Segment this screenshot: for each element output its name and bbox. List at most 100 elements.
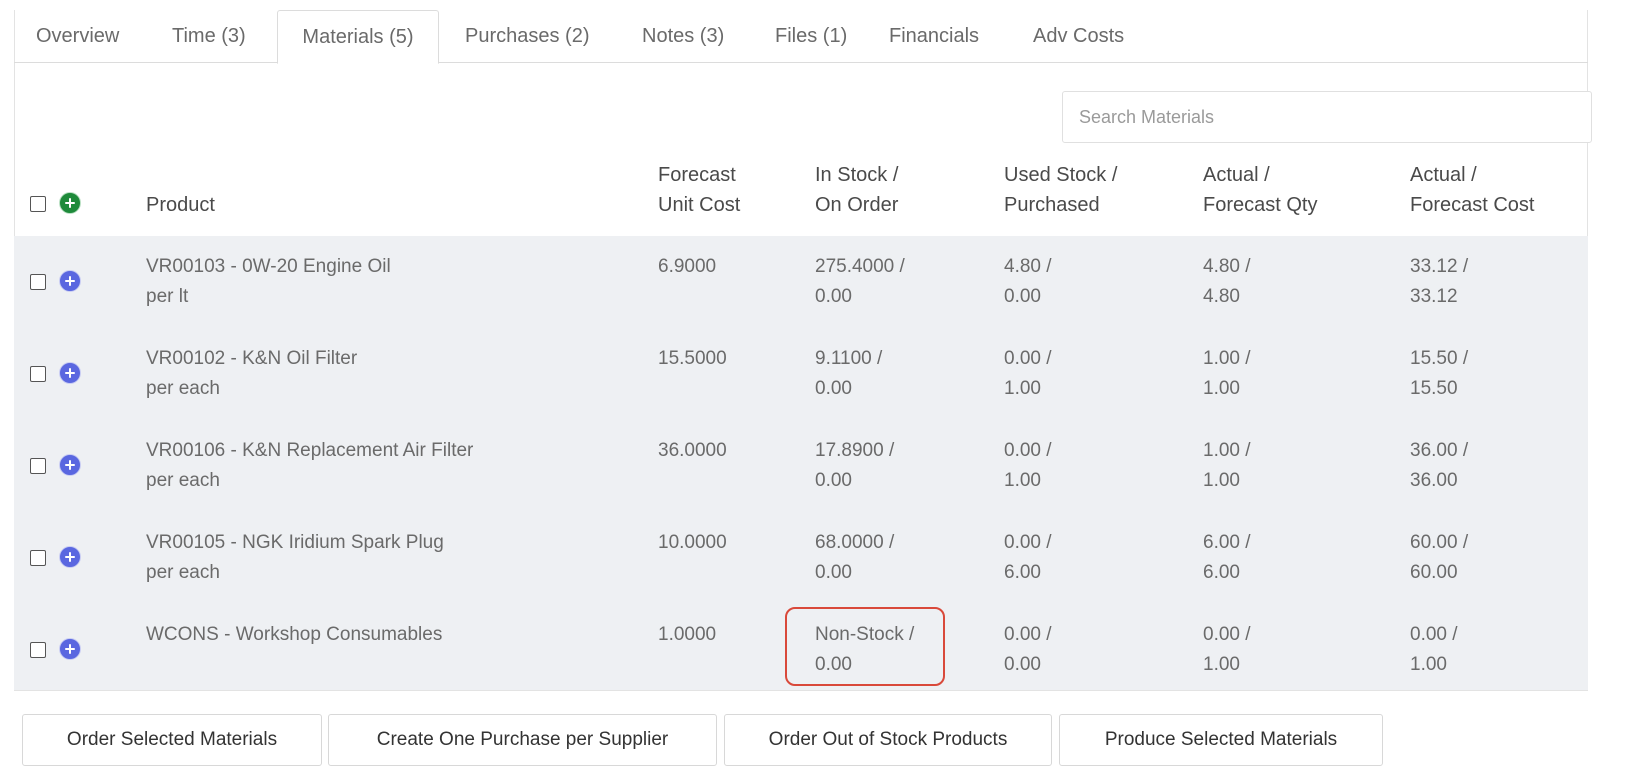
add-all-plus-icon[interactable] bbox=[59, 192, 81, 214]
row-expand-plus-icon[interactable] bbox=[59, 546, 81, 568]
header-actual-cost-line1: Actual / bbox=[1410, 164, 1477, 186]
row-expand-plus-icon[interactable] bbox=[59, 362, 81, 384]
header-actual-qty-line1: Actual / bbox=[1203, 164, 1270, 186]
cell-product-value: VR00103 - 0W-20 Engine Oil bbox=[146, 256, 391, 277]
cell-actual-cost-subvalue: 36.00 bbox=[1410, 470, 1458, 491]
row-expand-plus-icon[interactable] bbox=[59, 454, 81, 476]
row-expand-plus-icon[interactable] bbox=[59, 638, 81, 660]
tab-materials[interactable]: Materials (5) bbox=[277, 10, 439, 64]
header-forecast-unit-cost-line1: Forecast bbox=[658, 164, 736, 186]
tab-files[interactable]: Files (1) bbox=[775, 10, 847, 62]
cell-actual-qty-value: 4.80 / bbox=[1203, 256, 1251, 277]
produce-selected-materials-button[interactable]: Produce Selected Materials bbox=[1059, 714, 1383, 766]
cell-actual-cost-subvalue: 60.00 bbox=[1410, 562, 1458, 583]
header-in-stock-line2: On Order bbox=[815, 194, 899, 216]
cell-forecast-unit-cost-value: 6.9000 bbox=[658, 256, 717, 277]
cell-actual-cost: 33.12 / 33.12 bbox=[1410, 252, 1468, 312]
tab-purchases[interactable]: Purchases (2) bbox=[465, 10, 590, 62]
cell-forecast-unit-cost-value: 15.5000 bbox=[658, 348, 727, 369]
cell-used-stock: 0.00 / 1.00 bbox=[1004, 436, 1052, 496]
header-used-stock-line1: Used Stock / bbox=[1004, 164, 1118, 186]
cell-used-stock-subvalue: 6.00 bbox=[1004, 562, 1041, 583]
cell-actual-qty-subvalue: 1.00 bbox=[1203, 470, 1240, 491]
cell-actual-qty-value: 0.00 / bbox=[1203, 624, 1251, 645]
row-checkbox[interactable] bbox=[30, 274, 46, 290]
tab-notes[interactable]: Notes (3) bbox=[642, 10, 724, 62]
create-one-purchase-button[interactable]: Create One Purchase per Supplier bbox=[328, 714, 717, 766]
header-in-stock: In Stock / On Order bbox=[815, 160, 898, 220]
cell-actual-qty: 0.00 / 1.00 bbox=[1203, 620, 1251, 680]
cell-actual-qty-value: 1.00 / bbox=[1203, 348, 1251, 369]
cell-actual-qty-subvalue: 1.00 bbox=[1203, 654, 1240, 675]
cell-in-stock-subvalue: 0.00 bbox=[815, 562, 852, 583]
cell-product: VR00102 - K&N Oil Filter per each bbox=[146, 344, 357, 404]
header-forecast-unit-cost-line2: Unit Cost bbox=[658, 194, 741, 216]
cell-product-subvalue: per lt bbox=[146, 286, 189, 307]
row-expand-plus-icon[interactable] bbox=[59, 270, 81, 292]
cell-used-stock: 0.00 / 6.00 bbox=[1004, 528, 1052, 588]
row-checkbox[interactable] bbox=[30, 458, 46, 474]
cell-product-subvalue: per each bbox=[146, 562, 220, 583]
row-checkbox[interactable] bbox=[30, 366, 46, 382]
cell-forecast-unit-cost-value: 36.0000 bbox=[658, 440, 727, 461]
cell-in-stock-value: 275.4000 / bbox=[815, 256, 905, 277]
order-out-of-stock-button[interactable]: Order Out of Stock Products bbox=[724, 714, 1052, 766]
cell-forecast-unit-cost-value: 1.0000 bbox=[658, 624, 717, 645]
cell-actual-qty: 1.00 / 1.00 bbox=[1203, 344, 1251, 404]
cell-actual-cost: 60.00 / 60.00 bbox=[1410, 528, 1468, 588]
cell-in-stock-value: 68.0000 / bbox=[815, 532, 895, 553]
cell-used-stock: 4.80 / 0.00 bbox=[1004, 252, 1052, 312]
cell-product-value: VR00102 - K&N Oil Filter bbox=[146, 348, 358, 369]
cell-actual-qty: 1.00 / 1.00 bbox=[1203, 436, 1251, 496]
cell-product: VR00103 - 0W-20 Engine Oil per lt bbox=[146, 252, 391, 312]
cell-used-stock-value: 0.00 / bbox=[1004, 440, 1052, 461]
cell-in-stock-value: 9.1100 / bbox=[815, 348, 883, 369]
header-in-stock-line1: In Stock / bbox=[815, 164, 899, 186]
cell-used-stock: 0.00 / 1.00 bbox=[1004, 344, 1052, 404]
cell-used-stock: 0.00 / 0.00 bbox=[1004, 620, 1052, 680]
order-selected-materials-button[interactable]: Order Selected Materials bbox=[22, 714, 322, 766]
cell-actual-cost-value: 33.12 / bbox=[1410, 256, 1469, 277]
cell-in-stock-subvalue: 0.00 bbox=[815, 654, 852, 675]
search-input[interactable] bbox=[1062, 91, 1592, 143]
cell-actual-cost: 36.00 / 36.00 bbox=[1410, 436, 1468, 496]
tab-time[interactable]: Time (3) bbox=[172, 10, 246, 62]
cell-actual-cost-value: 60.00 / bbox=[1410, 532, 1469, 553]
cell-actual-qty-value: 1.00 / bbox=[1203, 440, 1251, 461]
header-used-stock: Used Stock / Purchased bbox=[1004, 160, 1117, 220]
cell-used-stock-value: 0.00 / bbox=[1004, 348, 1052, 369]
cell-actual-cost-subvalue: 33.12 bbox=[1410, 286, 1458, 307]
cell-in-stock-subvalue: 0.00 bbox=[815, 470, 852, 491]
header-actual-cost-line2: Forecast Cost bbox=[1410, 194, 1535, 216]
cell-actual-cost-value: 36.00 / bbox=[1410, 440, 1469, 461]
cell-actual-cost-value: 0.00 / bbox=[1410, 624, 1458, 645]
cell-product-subvalue: per each bbox=[146, 378, 220, 399]
cell-used-stock-subvalue: 1.00 bbox=[1004, 378, 1041, 399]
select-all-checkbox[interactable] bbox=[30, 196, 46, 212]
cell-actual-cost-subvalue: 15.50 bbox=[1410, 378, 1458, 399]
cell-in-stock: Non-Stock / 0.00 bbox=[815, 620, 914, 680]
cell-used-stock-subvalue: 0.00 bbox=[1004, 286, 1041, 307]
tab-financials[interactable]: Financials bbox=[889, 10, 979, 62]
cell-in-stock-value: Non-Stock / bbox=[815, 624, 915, 645]
row-checkbox[interactable] bbox=[30, 642, 46, 658]
cell-product-value: VR00105 - NGK Iridium Spark Plug bbox=[146, 532, 444, 553]
cell-in-stock-subvalue: 0.00 bbox=[815, 378, 852, 399]
cell-forecast-unit-cost: 36.0000 bbox=[658, 436, 727, 466]
cell-in-stock-value: 17.8900 / bbox=[815, 440, 895, 461]
tab-adv-costs[interactable]: Adv Costs bbox=[1033, 10, 1124, 62]
cell-used-stock-value: 0.00 / bbox=[1004, 532, 1052, 553]
header-product: Product bbox=[146, 194, 215, 216]
cell-product-value: WCONS - Workshop Consumables bbox=[146, 624, 443, 645]
cell-used-stock-value: 4.80 / bbox=[1004, 256, 1052, 277]
header-actual-qty: Actual / Forecast Qty bbox=[1203, 160, 1317, 220]
row-checkbox[interactable] bbox=[30, 550, 46, 566]
cell-actual-cost-value: 15.50 / bbox=[1410, 348, 1469, 369]
cell-product: WCONS - Workshop Consumables bbox=[146, 620, 442, 650]
cell-actual-cost-subvalue: 1.00 bbox=[1410, 654, 1447, 675]
cell-forecast-unit-cost-value: 10.0000 bbox=[658, 532, 727, 553]
tab-overview[interactable]: Overview bbox=[36, 10, 119, 62]
cell-actual-qty-value: 6.00 / bbox=[1203, 532, 1251, 553]
cell-actual-qty: 4.80 / 4.80 bbox=[1203, 252, 1251, 312]
cell-product: VR00106 - K&N Replacement Air Filter per … bbox=[146, 436, 473, 496]
